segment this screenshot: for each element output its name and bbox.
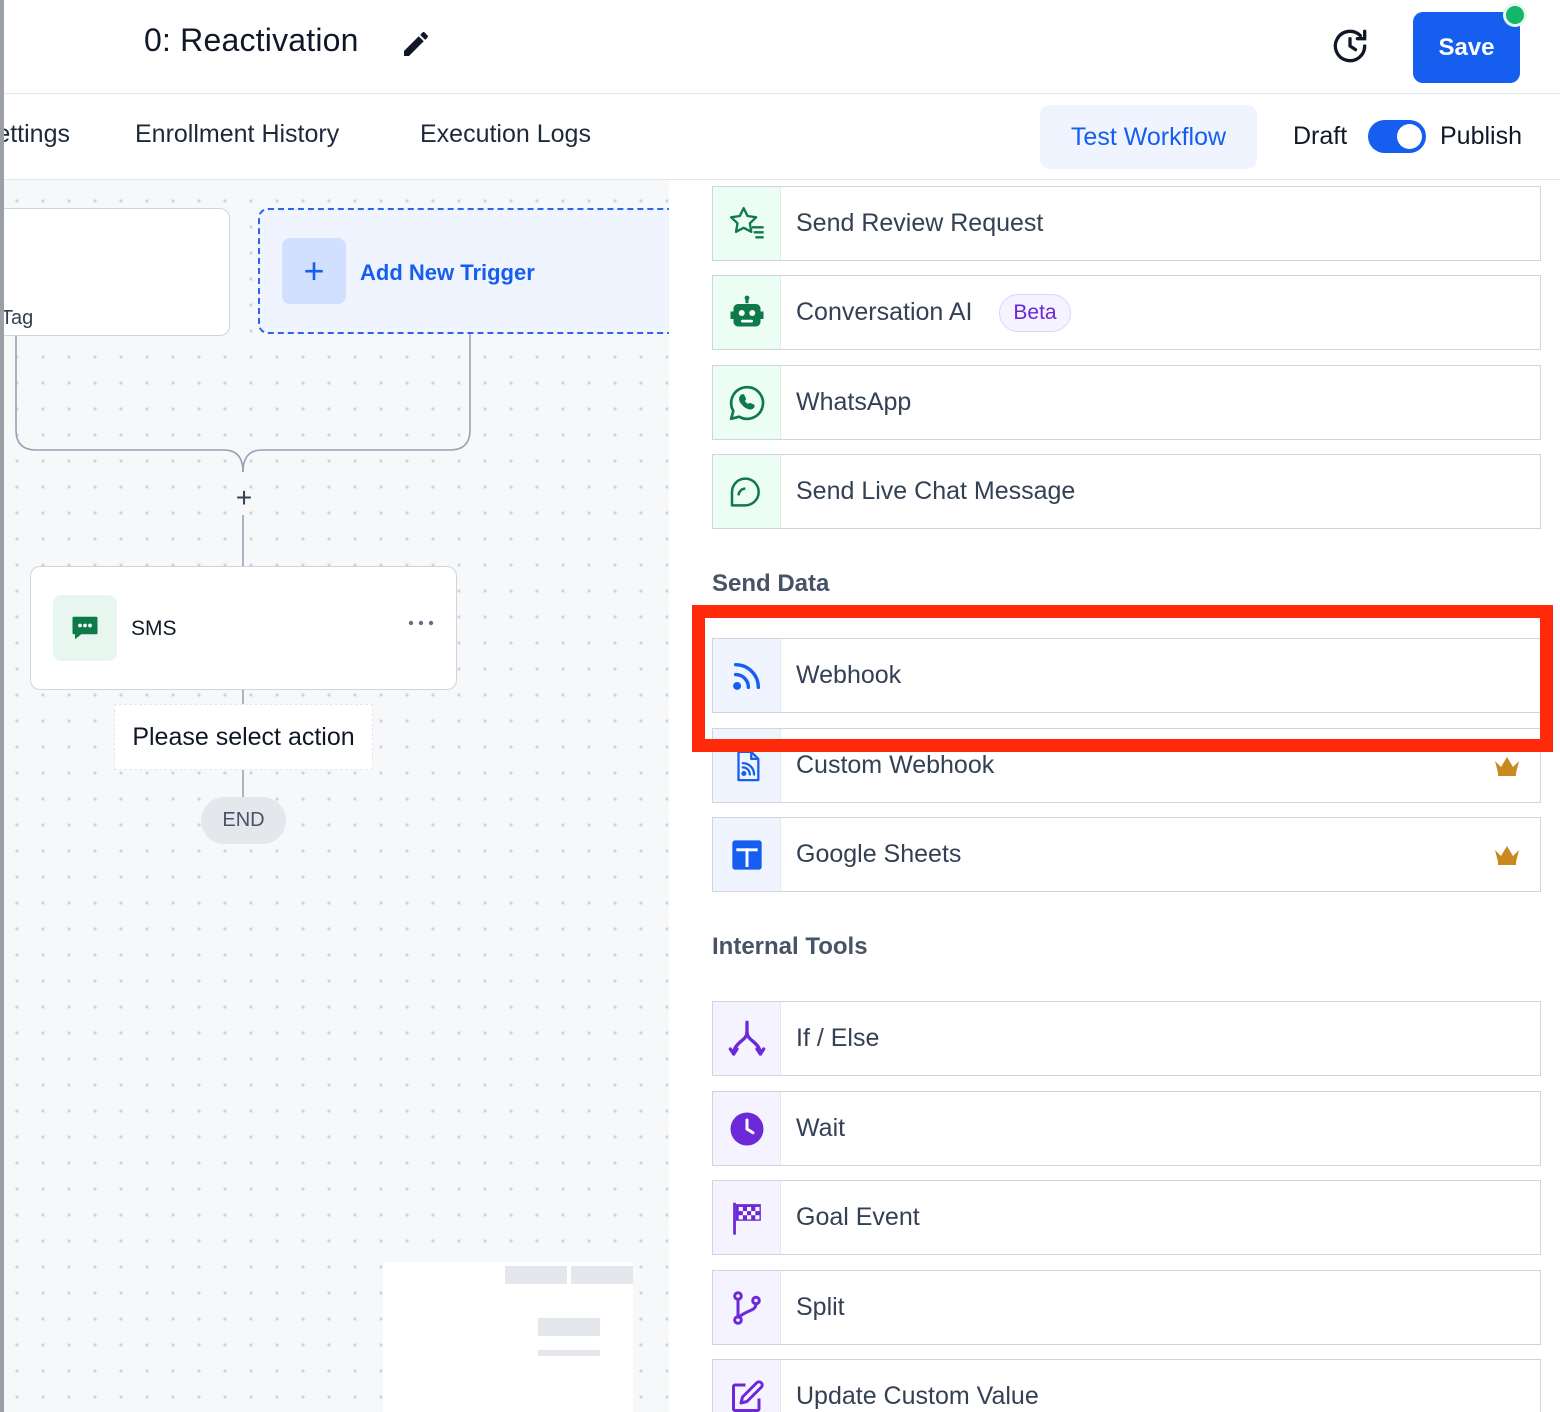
sms-label: SMS bbox=[131, 617, 177, 640]
action-whatsapp[interactable]: WhatsApp bbox=[712, 365, 1541, 440]
workflow-title: 0: Reactivation bbox=[144, 22, 359, 58]
branch-icon bbox=[713, 1002, 781, 1075]
chat-bubble-icon bbox=[713, 455, 781, 528]
edit-title-button[interactable] bbox=[400, 28, 432, 60]
action-label: Update Custom Value bbox=[796, 1382, 1039, 1410]
action-label: If / Else bbox=[796, 1024, 880, 1052]
minimap-node bbox=[538, 1318, 600, 1336]
action-custom-webhook[interactable]: Custom Webhook bbox=[712, 728, 1541, 803]
google-sheets-icon bbox=[713, 818, 781, 891]
action-label: Send Review Request bbox=[796, 209, 1044, 237]
minimap-node bbox=[505, 1266, 567, 1284]
publish-toggle[interactable] bbox=[1368, 120, 1426, 153]
action-send-live-chat-message[interactable]: Send Live Chat Message bbox=[712, 454, 1541, 529]
select-action-placeholder[interactable]: Please select action bbox=[114, 704, 373, 770]
save-status-indicator bbox=[1503, 3, 1527, 27]
action-label: Split bbox=[796, 1293, 845, 1321]
action-if-else[interactable]: If / Else bbox=[712, 1001, 1541, 1076]
history-clock-icon bbox=[1333, 29, 1367, 63]
workflow-tabbar: Settings Enrollment History Execution Lo… bbox=[0, 94, 1560, 180]
action-webhook[interactable]: Webhook bbox=[712, 638, 1541, 713]
workflow-canvas[interactable]: Tag + Add New Trigger + SMS Please selec… bbox=[0, 180, 669, 1412]
tab-enrollment-history[interactable]: Enrollment History bbox=[135, 120, 339, 149]
tab-execution-logs[interactable]: Execution Logs bbox=[420, 120, 591, 149]
section-title-internal-tools: Internal Tools bbox=[712, 933, 868, 960]
version-history-button[interactable] bbox=[1328, 24, 1372, 68]
action-google-sheets[interactable]: Google Sheets bbox=[712, 817, 1541, 892]
action-label: Custom Webhook bbox=[796, 751, 995, 779]
minimap-node bbox=[538, 1350, 600, 1356]
workflow-header: 0: Reactivation Save bbox=[0, 0, 1560, 94]
star-list-icon bbox=[713, 187, 781, 260]
canvas-minimap[interactable] bbox=[383, 1262, 633, 1412]
checkered-flag-icon bbox=[713, 1181, 781, 1254]
pencil-icon bbox=[404, 31, 429, 56]
plus-icon: + bbox=[282, 238, 346, 304]
action-goal-event[interactable]: Goal Event bbox=[712, 1180, 1541, 1255]
tab-settings[interactable]: Settings bbox=[0, 120, 70, 149]
custom-webhook-icon bbox=[713, 729, 781, 802]
end-node: END bbox=[201, 797, 286, 844]
action-label: Conversation AI bbox=[796, 298, 973, 326]
draft-label: Draft bbox=[1293, 122, 1348, 150]
test-workflow-button[interactable]: Test Workflow bbox=[1040, 105, 1257, 169]
action-label: Wait bbox=[796, 1114, 846, 1142]
action-label: Google Sheets bbox=[796, 840, 962, 868]
edit-square-icon bbox=[713, 1360, 781, 1412]
premium-crown-icon bbox=[1495, 757, 1519, 776]
trigger-card[interactable]: Tag bbox=[0, 208, 230, 336]
add-step-plus-icon[interactable]: + bbox=[231, 484, 257, 512]
action-label: WhatsApp bbox=[796, 388, 912, 416]
beta-badge: Beta bbox=[999, 294, 1071, 332]
add-new-trigger-button[interactable]: + Add New Trigger bbox=[258, 208, 669, 334]
minimap-node bbox=[571, 1266, 633, 1284]
webhook-icon bbox=[713, 639, 781, 712]
add-trigger-label: Add New Trigger bbox=[360, 260, 535, 285]
toggle-knob bbox=[1397, 124, 1422, 149]
action-wait[interactable]: Wait bbox=[712, 1091, 1541, 1166]
clock-icon bbox=[713, 1092, 781, 1165]
sms-action-card[interactable]: SMS bbox=[30, 566, 457, 690]
window-edge bbox=[0, 0, 4, 1412]
action-send-review-request[interactable]: Send Review Request bbox=[712, 186, 1541, 261]
publish-label: Publish bbox=[1440, 122, 1522, 150]
whatsapp-icon bbox=[713, 366, 781, 439]
action-update-custom-value[interactable]: Update Custom Value bbox=[712, 1359, 1541, 1412]
action-label: Send Live Chat Message bbox=[796, 477, 1076, 505]
connector-lines bbox=[15, 334, 471, 797]
trigger-card-text: Tag bbox=[1, 307, 34, 329]
save-button[interactable]: Save bbox=[1413, 12, 1520, 83]
robot-icon bbox=[713, 276, 781, 349]
action-label: Goal Event bbox=[796, 1203, 920, 1231]
action-conversation-ai[interactable]: Conversation AI Beta bbox=[712, 275, 1541, 350]
action-label: Webhook bbox=[796, 661, 902, 689]
section-title-send-data: Send Data bbox=[712, 570, 830, 597]
actions-panel: Send Review Request Conversation AI Beta… bbox=[669, 180, 1560, 1412]
premium-crown-icon bbox=[1495, 846, 1519, 865]
sms-icon bbox=[53, 595, 117, 661]
action-split[interactable]: Split bbox=[712, 1270, 1541, 1345]
more-options-icon[interactable] bbox=[407, 611, 435, 635]
split-icon bbox=[713, 1271, 781, 1344]
